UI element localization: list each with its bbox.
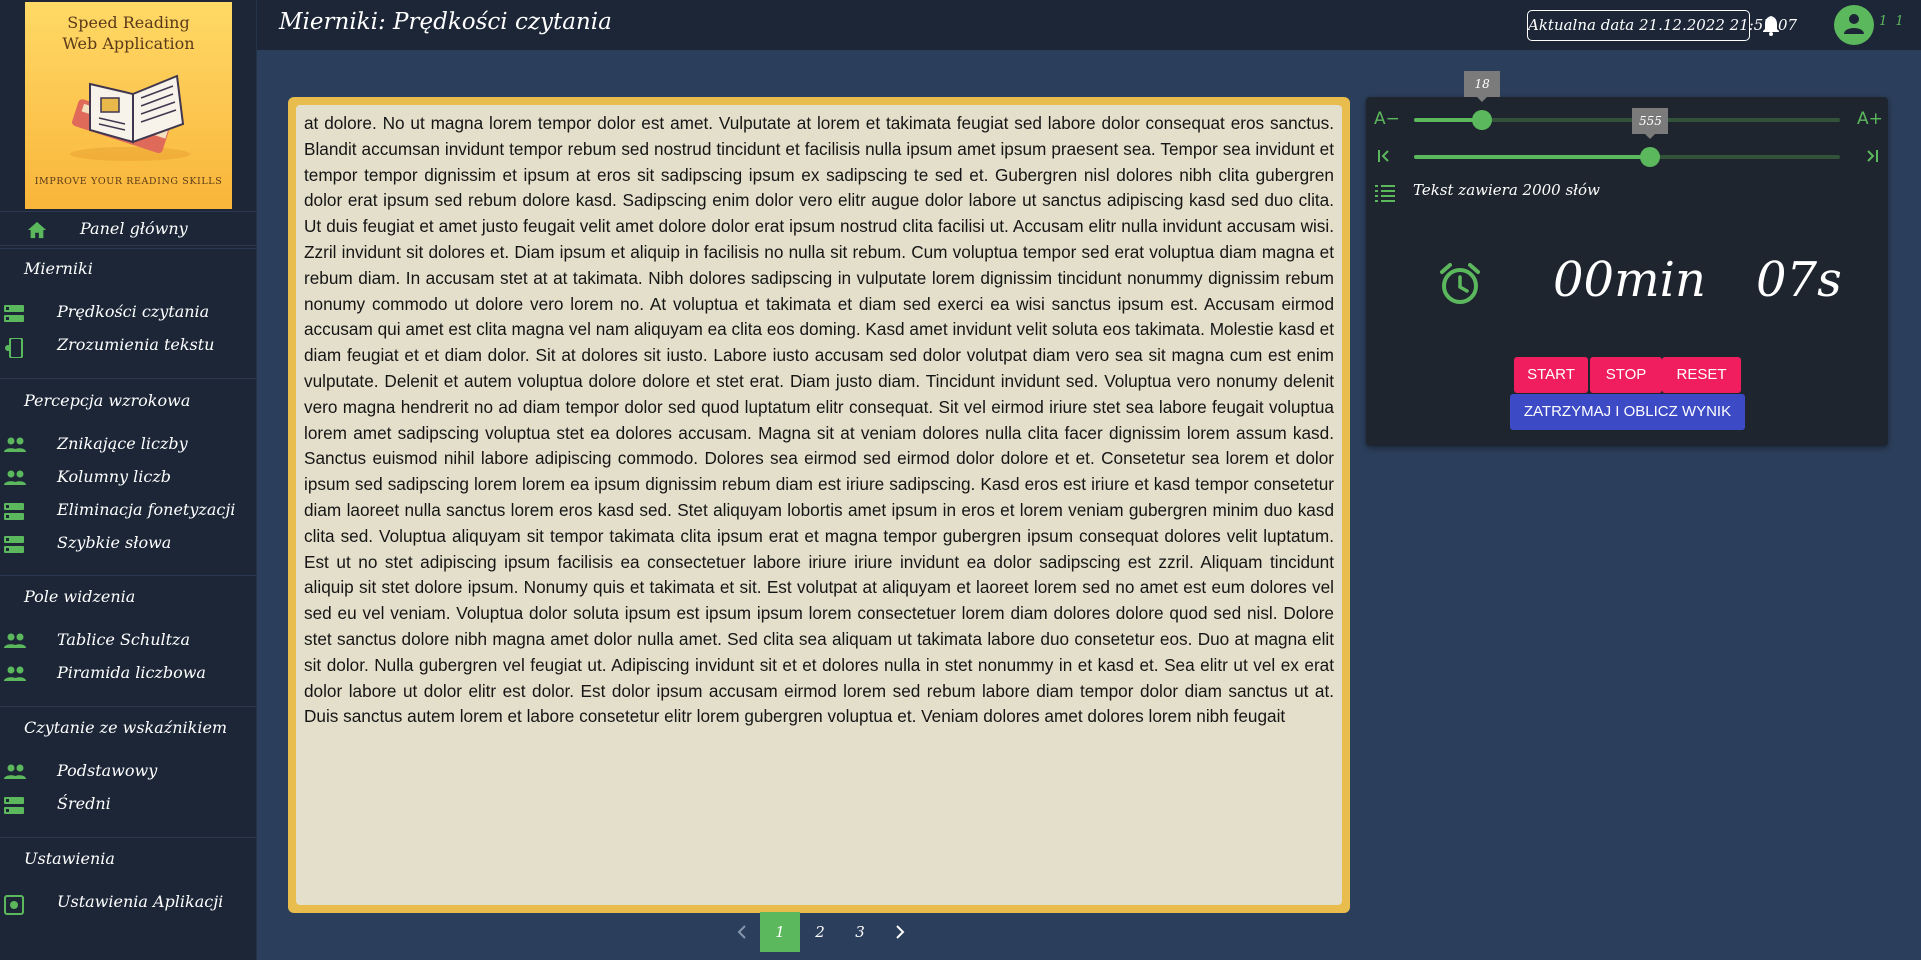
- pagination-page-3[interactable]: 3: [840, 912, 880, 952]
- start-button[interactable]: START: [1514, 357, 1588, 393]
- pagination-next-button[interactable]: [880, 912, 920, 952]
- logo-tagline: IMPROVE YOUR READING SKILLS: [34, 176, 223, 187]
- pagination-page-2[interactable]: 2: [800, 912, 840, 952]
- reading-text: at dolore. No ut magna lorem tempor dolo…: [304, 113, 1334, 727]
- notification-bell-icon[interactable]: [1762, 16, 1780, 36]
- sidebar-item-podstawowy[interactable]: Podstawowy: [0, 758, 256, 786]
- user-count-badge: 1 1: [1879, 14, 1906, 29]
- sidebar-item-tablice-schultza[interactable]: Tablice Schultza: [0, 627, 256, 655]
- font-size-slider[interactable]: 18: [1414, 71, 1840, 130]
- sidebar-item-label: Prędkości czytania: [57, 302, 210, 321]
- sidebar-item-sredni[interactable]: Średni: [0, 791, 256, 819]
- people-icon: [4, 437, 26, 452]
- people-icon: [4, 470, 26, 485]
- section-title: Pole widzenia: [24, 587, 136, 606]
- section-mierniki: Mierniki Prędkości czytania Zrozumienia …: [0, 248, 256, 378]
- phone-settings-icon: [5, 338, 23, 358]
- logo-title-line2: Web Application: [62, 34, 195, 53]
- storage-icon: [4, 305, 24, 322]
- top-bar: Mierniki: Prędkości czytania Aktualna da…: [257, 0, 1921, 50]
- reading-speed-slider-thumb[interactable]: [1640, 147, 1661, 167]
- font-increase-button[interactable]: A+: [1857, 109, 1883, 129]
- user-icon: [1844, 14, 1864, 34]
- list-icon: [1375, 185, 1395, 202]
- control-panel: A− 18 A+ 555 Tekst zawiera 2000 słów 00m…: [1366, 71, 1888, 446]
- section-pole-widzenia: Pole widzenia Tablice Schultza Piramida …: [0, 575, 256, 706]
- sidebar-item-piramida-liczbowa[interactable]: Piramida liczbowa: [0, 660, 256, 688]
- book-illustration-icon: [70, 74, 190, 161]
- section-title: Mierniki: [24, 259, 93, 278]
- app-logo[interactable]: Speed Reading Web Application IMPROVE YO…: [25, 2, 232, 209]
- reading-text-frame: at dolore. No ut magna lorem tempor dolo…: [288, 97, 1350, 913]
- storage-icon: [4, 536, 24, 553]
- reading-speed-slider-fill: [1414, 155, 1651, 159]
- sidebar-item-predkosci-czytania[interactable]: Prędkości czytania: [0, 299, 256, 327]
- sidebar-item-label: Podstawowy: [57, 761, 158, 780]
- home-icon: [27, 221, 47, 239]
- sidebar-item-zrozumienia-tekstu[interactable]: Zrozumienia tekstu: [0, 332, 256, 360]
- current-date-badge: Aktualna data 21.12.2022 21:57:07: [1527, 10, 1797, 41]
- word-count-info: Tekst zawiera 2000 słów: [1413, 181, 1600, 199]
- pagination-prev-button[interactable]: [722, 912, 762, 952]
- sidebar-item-label: Szybkie słowa: [57, 533, 172, 552]
- chevron-right-icon: [896, 925, 905, 939]
- sidebar-item-ustawienia-aplikacji[interactable]: Ustawienia Aplikacji: [0, 889, 256, 917]
- pagination-page-1[interactable]: 1: [760, 912, 800, 952]
- nav-home[interactable]: Panel główny: [0, 211, 256, 246]
- reading-speed-value-tooltip: 555: [1632, 108, 1669, 139]
- alarm-clock-icon: [1440, 263, 1480, 304]
- timer-minutes: 00min: [1553, 252, 1706, 308]
- user-avatar[interactable]: [1834, 5, 1874, 45]
- reading-speed-slider[interactable]: 555: [1414, 108, 1840, 167]
- font-size-slider-thumb[interactable]: [1472, 110, 1493, 130]
- reset-button[interactable]: RESET: [1662, 357, 1741, 393]
- font-size-value-tooltip: 18: [1464, 71, 1501, 102]
- settings-icon: [4, 895, 24, 915]
- people-icon: [4, 633, 26, 648]
- font-decrease-button[interactable]: A−: [1374, 109, 1400, 129]
- skip-to-start-icon[interactable]: [1377, 149, 1391, 163]
- reading-text-area: at dolore. No ut magna lorem tempor dolo…: [296, 105, 1342, 905]
- logo-title-line1: Speed Reading: [67, 13, 190, 32]
- stop-and-calculate-button[interactable]: ZATRZYMAJ I OBLICZ WYNIK: [1510, 394, 1745, 430]
- chevron-left-icon: [737, 925, 746, 939]
- sidebar-item-szybkie-slowa[interactable]: Szybkie słowa: [0, 530, 256, 558]
- storage-icon: [4, 797, 24, 814]
- people-icon: [4, 666, 26, 681]
- section-percepcja-wzrokowa: Percepcja wzrokowa Znikające liczby Kolu…: [0, 378, 256, 575]
- section-title: Czytanie ze wskaźnikiem: [24, 718, 228, 737]
- section-title: Percepcja wzrokowa: [24, 391, 191, 410]
- nav-home-label: Panel główny: [80, 219, 188, 238]
- page-title: Mierniki: Prędkości czytania: [279, 9, 612, 35]
- timer-seconds: 07s: [1756, 252, 1842, 308]
- logo-title: Speed Reading Web Application: [25, 12, 232, 54]
- sidebar-item-label: Kolumny liczb: [57, 467, 172, 486]
- sidebar-item-label: Średni: [57, 794, 111, 813]
- sidebar-item-label: Znikające liczby: [57, 434, 188, 453]
- stop-button[interactable]: STOP: [1590, 357, 1662, 393]
- sidebar-item-label: Ustawienia Aplikacji: [57, 892, 224, 911]
- sidebar-item-eliminacja-fonetyzacji[interactable]: Eliminacja fonetyzacji: [0, 497, 256, 525]
- storage-icon: [4, 503, 24, 520]
- sidebar-item-label: Eliminacja fonetyzacji: [57, 500, 236, 519]
- section-ustawienia: Ustawienia Ustawienia Aplikacji: [0, 837, 256, 937]
- skip-to-end-icon[interactable]: [1865, 149, 1879, 163]
- sidebar-item-label: Zrozumienia tekstu: [57, 335, 215, 354]
- sidebar-item-label: Tablice Schultza: [57, 630, 191, 649]
- section-title: Ustawienia: [24, 849, 115, 868]
- section-czytanie-ze-wskaznikiem: Czytanie ze wskaźnikiem Podstawowy Średn…: [0, 706, 256, 837]
- sidebar-item-kolumny-liczb[interactable]: Kolumny liczb: [0, 464, 256, 492]
- sidebar: Speed Reading Web Application IMPROVE YO…: [0, 0, 257, 960]
- sidebar-item-label: Piramida liczbowa: [57, 663, 206, 682]
- people-icon: [4, 764, 26, 779]
- sidebar-item-znikajace-liczby[interactable]: Znikające liczby: [0, 431, 256, 459]
